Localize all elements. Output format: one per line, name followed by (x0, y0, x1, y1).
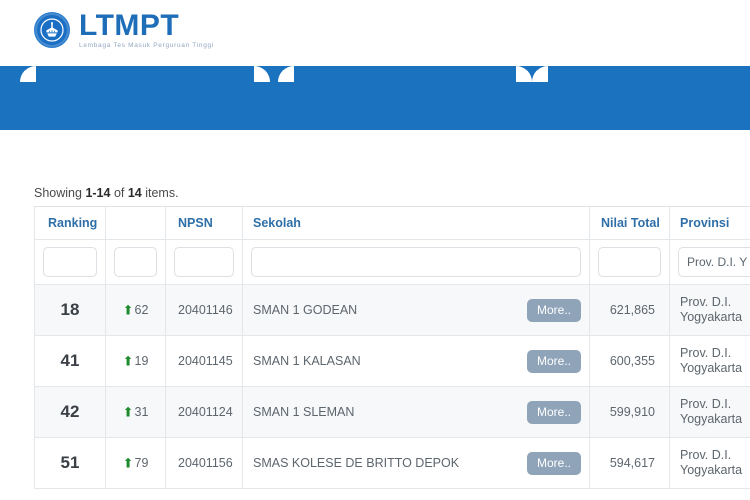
cell-delta: ⬆31 (105, 386, 166, 438)
filter-cell-ranking (34, 239, 106, 285)
more-button[interactable]: More.. (526, 349, 581, 373)
table-row[interactable]: 41 ⬆19 20401145 SMAN 1 KALASAN More.. 60… (34, 335, 750, 387)
tab-corner-e (532, 66, 548, 82)
more-button[interactable]: More.. (526, 298, 581, 322)
province-line-2: Yogyakarta (680, 361, 743, 375)
filter-input-npsn[interactable] (174, 247, 234, 277)
filter-cell-sekolah (242, 239, 590, 285)
delta-value: 19 (134, 354, 149, 368)
summary-prefix: Showing (34, 186, 86, 200)
arrow-up-icon: ⬆ (122, 455, 134, 471)
filter-input-sekolah[interactable] (251, 247, 581, 277)
column-header-npsn[interactable]: NPSN (165, 206, 243, 240)
filter-cell-delta (105, 239, 166, 285)
summary-range: 1-14 (85, 186, 111, 200)
more-button[interactable]: More.. (526, 451, 581, 475)
cell-ranking: 18 (34, 284, 106, 336)
result-count-summary: Showing 1-14 of 14 items. (34, 186, 179, 200)
school-name: SMAN 1 GODEAN (253, 303, 358, 317)
brand-logo[interactable]: LTMPT Lembaga Tes Masuk Perguruan Tinggi (34, 8, 214, 50)
tab-corner-c (278, 66, 294, 82)
province-line-2: Yogyakarta (680, 412, 743, 426)
table-filter-row: Prov. D.I. Y (34, 239, 750, 285)
primary-navbar (0, 60, 750, 130)
cell-sekolah: SMAN 1 SLEMAN More.. (242, 386, 590, 438)
filter-cell-npsn (165, 239, 243, 285)
tab-corner-d (516, 66, 532, 82)
nav-tab-2[interactable] (294, 60, 516, 66)
filter-input-ranking[interactable] (43, 247, 97, 277)
cell-npsn: 20401124 (165, 386, 243, 438)
province-line-1: Prov. D.I. (680, 346, 732, 360)
cell-ranking: 42 (34, 386, 106, 438)
filter-cell-provinsi: Prov. D.I. Y (669, 239, 750, 285)
filter-cell-nilai-total (589, 239, 670, 285)
cell-nilai-total: 599,910 (589, 386, 670, 438)
brand-name: LTMPT (79, 8, 180, 42)
arrow-up-icon: ⬆ (122, 302, 134, 318)
university-emblem-icon (34, 12, 70, 48)
filter-input-delta[interactable] (114, 247, 157, 277)
table-body: 18 ⬆62 20401146 SMAN 1 GODEAN More.. 621… (34, 284, 750, 489)
school-name: SMAN 1 KALASAN (253, 354, 361, 368)
cell-provinsi: Prov. D.I. Yogyakarta (669, 437, 750, 489)
tab-corner-a (20, 66, 36, 82)
cell-delta: ⬆79 (105, 437, 166, 489)
school-name: SMAS KOLESE DE BRITTO DEPOK (253, 456, 460, 470)
cell-nilai-total: 594,617 (589, 437, 670, 489)
cell-provinsi: Prov. D.I. Yogyakarta (669, 284, 750, 336)
cell-delta: ⬆19 (105, 335, 166, 387)
province-line-1: Prov. D.I. (680, 397, 732, 411)
arrow-up-icon: ⬆ (122, 404, 134, 420)
column-header-provinsi[interactable]: Provinsi (669, 206, 750, 240)
school-name: SMAN 1 SLEMAN (253, 405, 355, 419)
cell-ranking: 41 (34, 335, 106, 387)
table-row[interactable]: 51 ⬆79 20401156 SMAS KOLESE DE BRITTO DE… (34, 437, 750, 489)
province-line-2: Yogyakarta (680, 310, 743, 324)
province-line-1: Prov. D.I. (680, 448, 732, 462)
cell-nilai-total: 621,865 (589, 284, 670, 336)
cell-sekolah: SMAS KOLESE DE BRITTO DEPOK More.. (242, 437, 590, 489)
content-area: Showing 1-14 of 14 items. Ranking NPSN S… (0, 130, 750, 500)
filter-input-nilai-total[interactable] (598, 247, 661, 277)
delta-value: 79 (134, 456, 149, 470)
table-row[interactable]: 18 ⬆62 20401146 SMAN 1 GODEAN More.. 621… (34, 284, 750, 336)
summary-middle: of (110, 186, 128, 200)
more-button[interactable]: More.. (526, 400, 581, 424)
brand-tagline: Lembaga Tes Masuk Perguruan Tinggi (79, 41, 214, 49)
cell-ranking: 51 (34, 437, 106, 489)
ranking-table: Ranking NPSN Sekolah Nilai Total Provins… (34, 206, 750, 489)
cell-sekolah: SMAN 1 GODEAN More.. (242, 284, 590, 336)
cell-npsn: 20401146 (165, 284, 243, 336)
column-header-sekolah[interactable]: Sekolah (242, 206, 590, 240)
delta-value: 31 (134, 405, 149, 419)
cell-sekolah: SMAN 1 KALASAN More.. (242, 335, 590, 387)
summary-suffix: items. (141, 186, 179, 200)
site-header: LTMPT Lembaga Tes Masuk Perguruan Tinggi (0, 0, 750, 60)
province-line-1: Prov. D.I. (680, 295, 732, 309)
table-row[interactable]: 42 ⬆31 20401124 SMAN 1 SLEMAN More.. 599… (34, 386, 750, 438)
cell-npsn: 20401156 (165, 437, 243, 489)
cell-provinsi: Prov. D.I. Yogyakarta (669, 335, 750, 387)
table-header-row: Ranking NPSN Sekolah Nilai Total Provins… (34, 206, 750, 240)
province-line-2: Yogyakarta (680, 463, 743, 477)
column-header-delta[interactable] (105, 206, 166, 240)
cell-npsn: 20401145 (165, 335, 243, 387)
column-header-ranking[interactable]: Ranking (34, 206, 106, 240)
cell-nilai-total: 600,355 (589, 335, 670, 387)
tab-corner-b (254, 66, 270, 82)
nav-tab-3[interactable] (548, 60, 750, 66)
nav-tab-1[interactable] (36, 60, 254, 66)
summary-total: 14 (127, 186, 142, 200)
filter-select-provinsi[interactable]: Prov. D.I. Y (678, 247, 750, 277)
cell-delta: ⬆62 (105, 284, 166, 336)
cell-provinsi: Prov. D.I. Yogyakarta (669, 386, 750, 438)
column-header-nilai-total[interactable]: Nilai Total (589, 206, 670, 240)
arrow-up-icon: ⬆ (122, 353, 134, 369)
delta-value: 62 (134, 303, 149, 317)
